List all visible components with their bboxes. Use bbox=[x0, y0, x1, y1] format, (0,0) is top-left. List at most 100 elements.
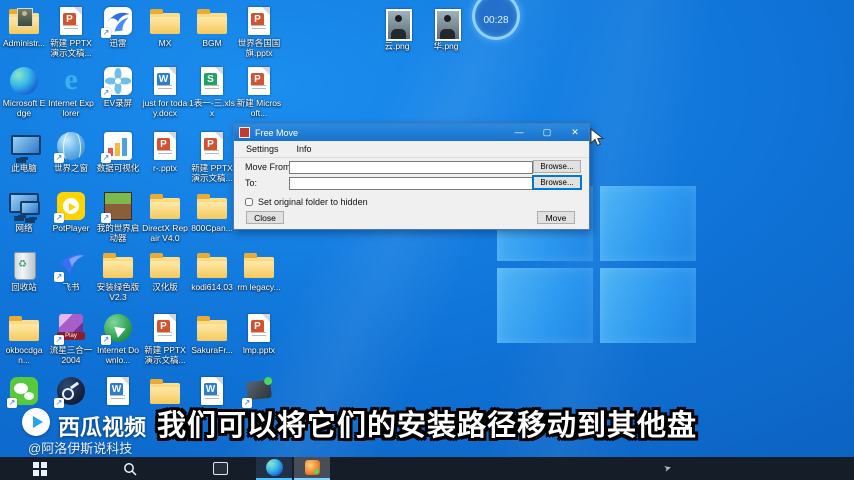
desktop-icon-label: 新建 Microsoft... bbox=[236, 98, 282, 118]
desktop-icon-folder[interactable]: SakuraFr... bbox=[189, 312, 235, 356]
taskbar-active-app-button[interactable] bbox=[294, 457, 330, 480]
folder-icon bbox=[196, 5, 228, 37]
minimize-button[interactable] bbox=[505, 124, 533, 141]
desktop-icon-label: 1表一-三.xlsx bbox=[189, 98, 235, 118]
start-button[interactable] bbox=[24, 457, 56, 480]
desktop-icon-folder[interactable]: kodi614.03 bbox=[189, 249, 235, 293]
to-input[interactable] bbox=[289, 177, 533, 190]
desktop-icon-folder[interactable]: DirectX Repair V4.0 bbox=[142, 190, 188, 244]
app-icon bbox=[239, 127, 250, 138]
folder-icon bbox=[149, 5, 181, 37]
thunder-icon: ↗ bbox=[101, 5, 134, 38]
ie-icon: e bbox=[64, 63, 78, 96]
desktop-icon-label: okbocdgan... bbox=[5, 345, 43, 365]
desktop-icon-pptx[interactable]: Plmp.pptx bbox=[236, 312, 282, 356]
desktop-icon-pptx[interactable]: P 新建 PPTX 演示文稿... bbox=[142, 312, 188, 366]
user-folder-icon bbox=[8, 5, 40, 37]
desktop-icon-image[interactable]: 云.png bbox=[374, 8, 420, 52]
desktop-icon-thunder[interactable]: ↗ 迅雷 bbox=[95, 5, 141, 49]
desktop-icon-folder[interactable]: okbocdgan... bbox=[1, 312, 47, 366]
desktop-icon-idm[interactable]: ↗ Internet Downlo... bbox=[95, 312, 141, 366]
chart-box-icon: ↗ bbox=[101, 130, 134, 163]
pptx-icon: P bbox=[243, 65, 275, 97]
task-view-button[interactable] bbox=[204, 457, 236, 480]
menu-bar: Settings Info bbox=[234, 141, 589, 158]
desktop-icon-xlsx[interactable]: S 1表一-三.xlsx bbox=[189, 65, 235, 119]
docx-icon: W bbox=[149, 65, 181, 97]
close-icon[interactable] bbox=[561, 124, 589, 141]
desktop-icon-minecraft[interactable]: ↗ 我的世界启动器 bbox=[95, 190, 141, 244]
pptx-icon: P bbox=[55, 5, 87, 37]
this-pc-icon bbox=[8, 130, 41, 162]
desktop-icon-globe[interactable]: ↗ 世界之窗 bbox=[48, 130, 94, 174]
desktop-icon-edge[interactable]: Microsoft Edge bbox=[1, 65, 47, 119]
move-button[interactable]: Move bbox=[537, 211, 575, 224]
desktop-icon-label: just for today.docx bbox=[142, 98, 188, 118]
desktop-icon-label: 网络 bbox=[15, 223, 33, 233]
desktop-icon-label: Microsoft Edge bbox=[2, 98, 46, 118]
desktop-icon-pptx[interactable]: Pr-.pptx bbox=[142, 130, 188, 174]
menu-settings[interactable]: Settings bbox=[246, 144, 279, 154]
window-titlebar[interactable]: Free Move bbox=[234, 124, 589, 141]
maximize-button[interactable] bbox=[533, 124, 561, 141]
hidden-folder-checkbox[interactable] bbox=[245, 198, 253, 206]
desktop-icon-user-folder[interactable]: Administr... bbox=[1, 5, 47, 49]
desktop-icon-ie[interactable]: e Internet Explorer bbox=[48, 65, 94, 119]
window-title: Free Move bbox=[255, 127, 299, 138]
desktop-icon-image[interactable]: 华.png bbox=[423, 8, 469, 52]
to-browse-button[interactable]: Browse... bbox=[533, 176, 581, 189]
desktop-icon-potplayer[interactable]: ↗ PotPlayer bbox=[48, 190, 94, 234]
taskbar-edge-button[interactable] bbox=[256, 457, 292, 480]
minecraft-icon: ↗ bbox=[101, 190, 134, 223]
folder-icon bbox=[196, 249, 228, 281]
desktop-icon-network[interactable]: 网络 bbox=[1, 190, 47, 234]
watermark-author: @阿洛伊斯说科技 bbox=[28, 441, 133, 456]
close-button[interactable]: Close bbox=[246, 211, 284, 224]
desktop-icon-label: PotPlayer bbox=[52, 223, 90, 233]
desktop-icon-ev[interactable]: ↗ EV录屏 bbox=[95, 65, 141, 109]
desktop-icon-label: 此电脑 bbox=[11, 163, 37, 173]
taskbar-search-button[interactable] bbox=[114, 457, 146, 480]
desktop-icon-label: 汉化版 bbox=[152, 282, 178, 292]
desktop-icon-feishu[interactable]: ↗ 飞书 bbox=[48, 249, 94, 293]
desktop-icon-game-cube[interactable]: ↗流星三合一2004 bbox=[48, 312, 94, 366]
pptx-icon: P bbox=[149, 130, 181, 162]
image-icon bbox=[381, 8, 413, 41]
desktop-icon-label: 我的世界启动器 bbox=[96, 223, 140, 243]
windows-logo-pane bbox=[600, 186, 696, 261]
desktop-icon-folder[interactable]: 安装绿色版 V2.3 bbox=[95, 249, 141, 303]
desktop-icon-folder[interactable]: 汉化版 bbox=[142, 249, 188, 293]
desktop-icon-label: EV录屏 bbox=[103, 98, 133, 108]
recycle-icon bbox=[8, 249, 40, 281]
desktop-icon-label: 流星三合一2004 bbox=[49, 345, 93, 365]
desktop-icon-label: 回收站 bbox=[11, 282, 37, 292]
desktop-icon-this-pc[interactable]: 此电脑 bbox=[1, 130, 47, 174]
folder-icon bbox=[102, 249, 134, 281]
desktop-icon-folder[interactable]: rm legacy... bbox=[236, 249, 282, 293]
desktop-icon-label: 新建 PPTX 演示文稿... bbox=[191, 163, 233, 183]
desktop-icon-docx[interactable]: Wjust for today.docx bbox=[142, 65, 188, 119]
desktop-icon-folder[interactable]: BGM bbox=[189, 5, 235, 49]
hidden-folder-checkbox-label[interactable]: Set original folder to hidden bbox=[258, 197, 368, 207]
desktop-icon-pptx[interactable]: P 新建 Microsoft... bbox=[236, 65, 282, 119]
desktop-icon-recycle[interactable]: 回收站 bbox=[1, 249, 47, 293]
folder-icon bbox=[149, 249, 181, 281]
menu-info[interactable]: Info bbox=[297, 144, 312, 154]
desktop-icon-chart-box[interactable]: ↗ 数据可视化 bbox=[95, 130, 141, 174]
image-icon bbox=[430, 8, 462, 41]
desktop-icon-label: Administr... bbox=[2, 38, 46, 48]
move-from-input[interactable] bbox=[289, 161, 533, 174]
folder-icon bbox=[196, 190, 228, 222]
desktop-icon-label: 安装绿色版 V2.3 bbox=[96, 282, 140, 302]
game-cube-icon: ↗ bbox=[54, 312, 87, 345]
shortcut-arrow-icon: ↗ bbox=[101, 213, 111, 223]
globe-icon: ↗ bbox=[54, 130, 87, 163]
move-from-browse-button[interactable]: Browse... bbox=[533, 160, 581, 173]
desktop-icon-folder[interactable]: 800Cpan... bbox=[189, 190, 235, 234]
desktop-icon-pptx[interactable]: P 新建 PPTX 演示文稿... bbox=[189, 130, 235, 184]
task-view-icon bbox=[212, 462, 228, 475]
desktop-icon-pptx[interactable]: P 新建 PPTX 演示文稿... bbox=[48, 5, 94, 59]
desktop-icon-folder[interactable]: MX bbox=[142, 5, 188, 49]
desktop-icon-pptx[interactable]: P 世界各国国旗.pptx bbox=[236, 5, 282, 59]
desktop-icon-label: 新建 PPTX 演示文稿... bbox=[144, 345, 186, 365]
